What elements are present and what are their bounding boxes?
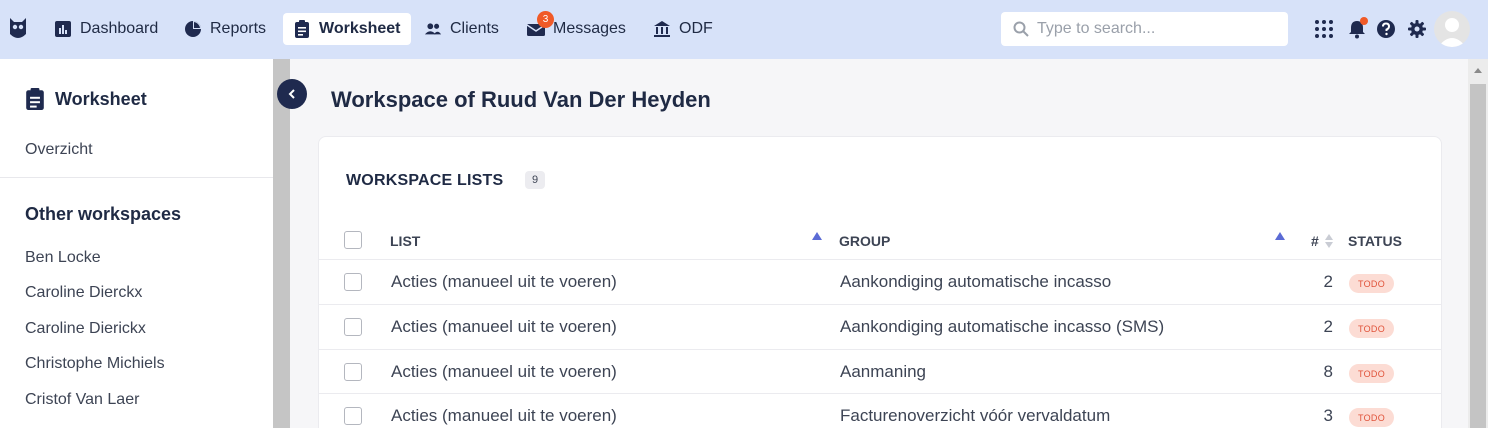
search-input[interactable] (1037, 20, 1277, 38)
sidebar-divider (0, 177, 273, 178)
gear-icon[interactable] (1407, 19, 1427, 39)
other-workspaces-heading: Other workspaces (25, 204, 182, 224)
main-scrollbar[interactable] (1468, 59, 1488, 428)
cell-list: Acties (manueel uit te voeren) (391, 406, 617, 425)
status-badge: TODO (1349, 408, 1395, 427)
row-checkbox[interactable] (344, 363, 362, 381)
nav-reports[interactable]: Reports (174, 13, 276, 45)
clipboard-icon (26, 88, 44, 110)
scrollbar-thumb[interactable] (1470, 84, 1486, 428)
nav-clients-label: Clients (450, 20, 499, 37)
owl-logo-icon[interactable] (8, 16, 28, 42)
nav-worksheet-label: Worksheet (319, 20, 401, 37)
apps-grid-icon[interactable] (1314, 19, 1334, 39)
cell-count: 3 (1323, 406, 1333, 425)
search-icon (1013, 21, 1029, 37)
sort-both-icon[interactable] (1324, 232, 1334, 250)
cell-count: 2 (1323, 272, 1333, 291)
cell-list: Acties (manueel uit te voeren) (391, 272, 617, 291)
messages-badge: 3 (537, 11, 554, 28)
clipboard-icon (295, 20, 309, 38)
collapse-sidebar-button[interactable] (277, 79, 307, 109)
status-badge: TODO (1349, 319, 1395, 338)
row-checkbox[interactable] (344, 407, 362, 425)
sort-asc-icon[interactable] (812, 232, 822, 240)
top-navigation-bar: Dashboard Reports Worksheet Clients 3 Me… (0, 0, 1488, 59)
cell-group: Aankondiging automatische incasso (840, 272, 1112, 291)
table-row[interactable]: Acties (manueel uit te voeren) Aankondig… (319, 259, 1441, 304)
column-header-count[interactable]: # (1311, 233, 1319, 249)
sidebar-item-workspace[interactable]: Caroline Dierickx (25, 320, 146, 338)
column-header-group[interactable]: GROUP (839, 233, 890, 249)
sidebar-title-label: Worksheet (55, 88, 147, 109)
bar-chart-icon (55, 21, 71, 37)
user-avatar-icon (1438, 18, 1466, 47)
avatar[interactable] (1434, 11, 1470, 47)
cell-count: 8 (1323, 362, 1333, 381)
row-checkbox[interactable] (344, 318, 362, 336)
cell-list: Acties (manueel uit te voeren) (391, 362, 617, 381)
pie-chart-icon (185, 21, 201, 37)
select-all-checkbox[interactable] (344, 231, 362, 249)
nav-messages[interactable]: 3 Messages (517, 11, 636, 45)
table-row[interactable]: Acties (manueel uit te voeren) Aankondig… (319, 304, 1441, 349)
cell-group: Aankondiging automatische incasso (SMS) (840, 317, 1165, 336)
nav-odf[interactable]: ODF (643, 13, 723, 45)
row-checkbox[interactable] (344, 273, 362, 291)
sort-asc-icon[interactable] (1275, 232, 1285, 240)
nav-clients[interactable]: Clients (414, 13, 509, 45)
sidebar-item-overzicht[interactable]: Overzicht (25, 141, 93, 159)
cell-group: Facturenoverzicht vóór vervaldatum (840, 406, 1111, 425)
page-title: Workspace of Ruud Van Der Heyden (331, 87, 711, 112)
nav-reports-label: Reports (210, 20, 267, 37)
nav-dashboard-label: Dashboard (80, 20, 159, 37)
nav-messages-label: Messages (553, 20, 626, 37)
status-badge: TODO (1349, 274, 1395, 293)
table-row[interactable]: Acties (manueel uit te voeren) Factureno… (319, 393, 1441, 428)
sidebar-item-workspace[interactable]: Christophe Michiels (25, 355, 165, 373)
sidebar-item-workspace[interactable]: Cristof Van Laer (25, 391, 139, 409)
sidebar: Worksheet Overzicht Other workspaces Ben… (0, 59, 273, 428)
column-header-list[interactable]: LIST (390, 233, 420, 249)
table-row[interactable]: Acties (manueel uit te voeren) Aanmaning… (319, 349, 1441, 394)
cell-list: Acties (manueel uit te voeren) (391, 317, 617, 336)
sidebar-scrollbar[interactable] (273, 59, 290, 428)
search-box[interactable] (1001, 12, 1288, 46)
column-header-status[interactable]: STATUS (1348, 233, 1402, 249)
cell-count: 2 (1323, 317, 1333, 336)
chevron-left-icon (288, 89, 295, 99)
nav-dashboard[interactable]: Dashboard (44, 13, 168, 45)
bank-icon (654, 21, 670, 37)
sidebar-title: Worksheet (25, 88, 147, 110)
help-icon[interactable] (1376, 19, 1396, 39)
status-badge: TODO (1349, 364, 1395, 383)
sidebar-item-workspace[interactable]: Caroline Dierckx (25, 284, 142, 302)
users-icon (424, 23, 442, 35)
workspace-lists-card: WORKSPACE LISTS 9 LIST GROUP # STATUS Ac… (318, 136, 1442, 428)
nav-odf-label: ODF (679, 20, 713, 37)
card-title: WORKSPACE LISTS (346, 172, 504, 189)
nav-worksheet[interactable]: Worksheet (283, 13, 411, 45)
notification-dot (1360, 17, 1368, 25)
list-count-badge: 9 (525, 171, 545, 189)
sidebar-item-workspace[interactable]: Ben Locke (25, 249, 101, 267)
cell-group: Aanmaning (840, 362, 927, 381)
scroll-up-arrow-icon[interactable] (1474, 68, 1482, 73)
